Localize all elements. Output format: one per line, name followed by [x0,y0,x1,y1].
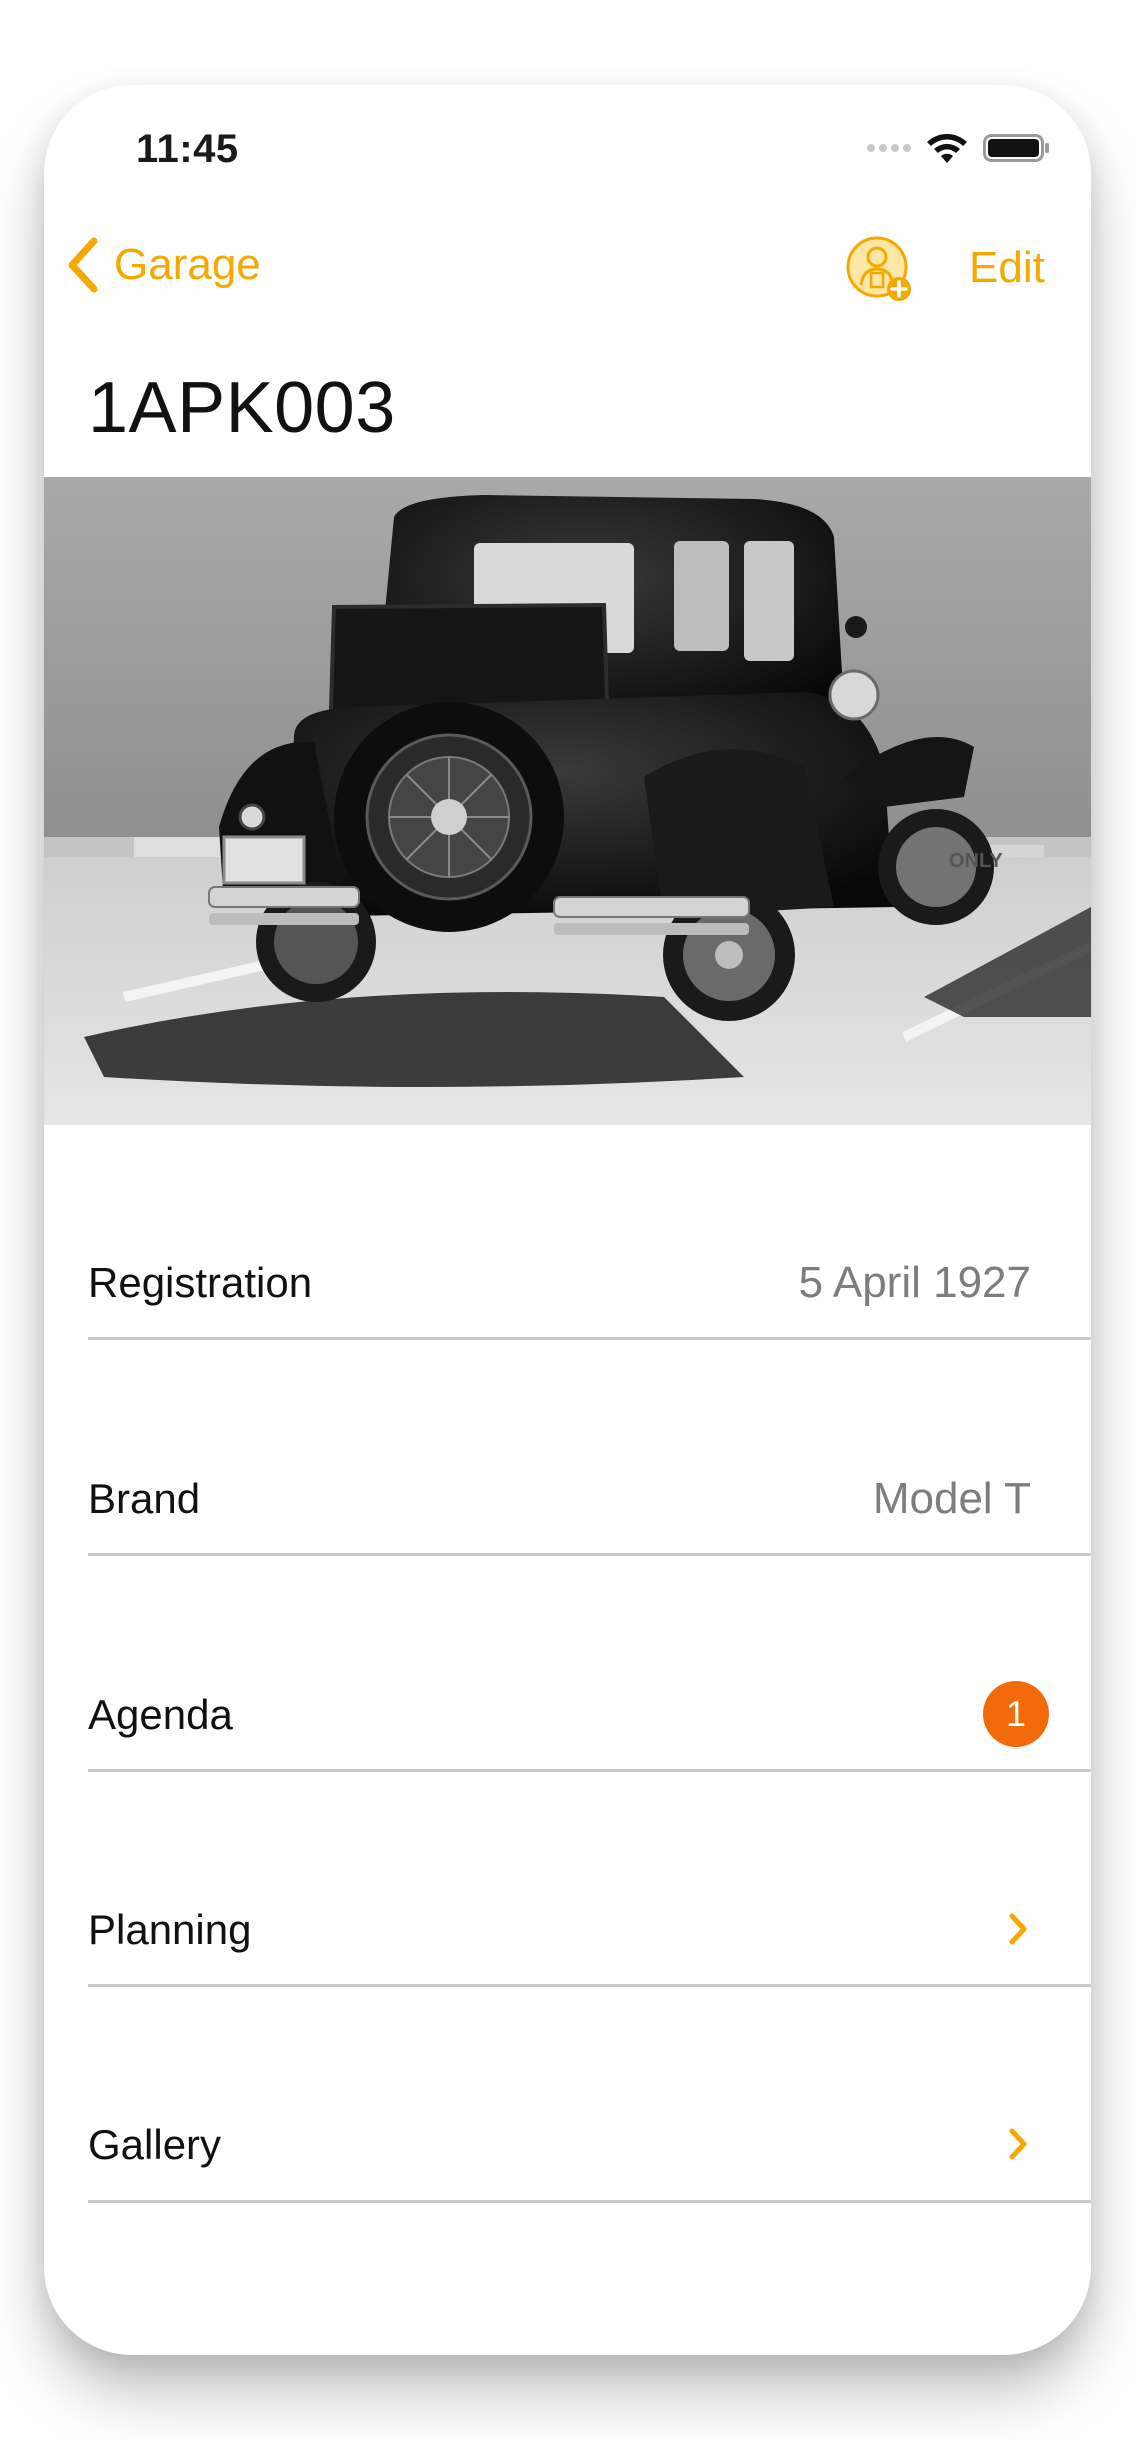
page-title: 1APK003 [88,368,396,448]
registration-row[interactable]: Registration 5 April 1927 [88,1253,1091,1313]
add-person-button[interactable] [845,235,915,305]
chevron-left-icon [68,237,98,293]
row-label: Registration [88,1259,313,1306]
row-divider [88,1984,1091,1987]
row-divider [88,1553,1091,1556]
wifi-icon [927,134,967,163]
row-divider [88,1337,1091,1340]
battery-icon [983,134,1049,162]
edit-button[interactable]: Edit [969,243,1045,293]
add-person-icon [846,236,911,301]
status-icons [867,131,1051,165]
agenda-count-badge: 1 [983,1681,1049,1747]
row-divider [88,1769,1091,1772]
registration-value: 5 April 1927 [798,1258,1031,1307]
back-button[interactable]: Garage [64,235,261,295]
signal-icon [867,144,911,152]
chevron-right-icon [1009,1913,1027,1945]
row-label: Planning [88,1906,252,1953]
chevron-right-icon [1009,2128,1027,2160]
row-label: Agenda [88,1691,233,1738]
brand-row[interactable]: Brand Model T [88,1469,1091,1529]
phone-screen: 11:45 Garage Edit 1APK003 ONLY Registrat… [44,85,1091,2355]
planning-row[interactable]: Planning [88,1900,1091,1960]
row-divider [88,2200,1091,2203]
car-photo: ONLY [44,477,1091,1125]
brand-value: Model T [872,1474,1031,1523]
stage: 11:45 Garage Edit 1APK003 ONLY Registrat… [0,0,1136,2440]
row-label: Gallery [88,2121,222,2168]
car-photo-illustration: ONLY [44,477,1091,1125]
status-time: 11:45 [136,127,239,171]
gallery-row[interactable]: Gallery [88,2115,1091,2175]
agenda-row[interactable]: Agenda 1 [88,1681,1091,1747]
curb-marking-text: ONLY [949,850,1003,872]
back-button-label: Garage [114,240,261,289]
row-label: Brand [88,1475,201,1522]
